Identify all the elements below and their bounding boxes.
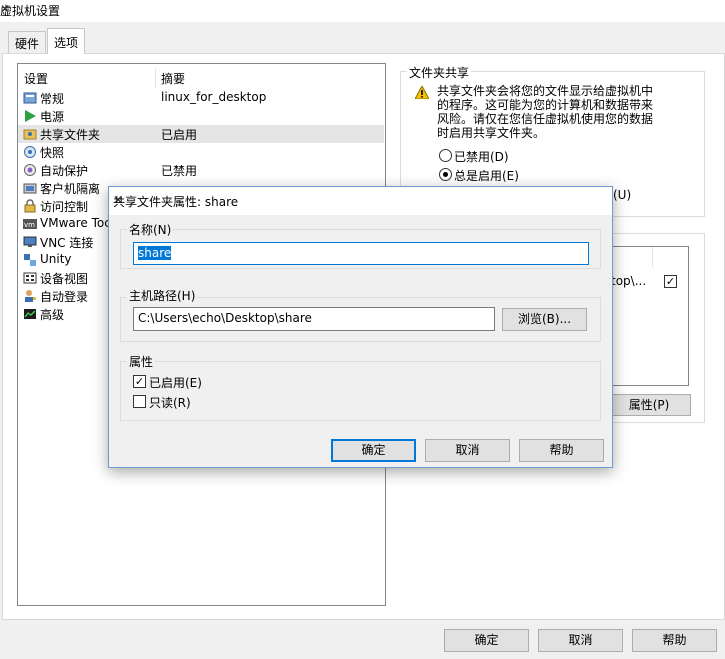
power-play-icon [25, 110, 36, 122]
folder-enabled-checkbox[interactable]: ✓ [664, 275, 677, 288]
enabled-checkbox-label[interactable]: 已启用(E) [149, 374, 202, 391]
list-item-name: 自动保护 [40, 164, 89, 178]
folder-path-cell: top\... [611, 274, 647, 288]
window-titlebar: 虚拟机设置 ✕ [0, 0, 725, 22]
tab-hardware[interactable]: 硬件 [8, 31, 47, 53]
list-item-name: VMware Toc [40, 216, 111, 230]
list-item-summary: 已禁用 [161, 164, 198, 178]
dialog-close-icon[interactable]: ✕ [113, 193, 602, 207]
enabled-checkbox[interactable]: ✓ [133, 375, 146, 388]
list-header: 设置 摘要 [18, 68, 384, 88]
folders-column-divider [652, 247, 653, 267]
host-path-input[interactable]: C:\Users\echo\Desktop\share [133, 307, 495, 331]
dialog-ok-button[interactable]: 确定 [331, 439, 416, 462]
general-icon [23, 92, 37, 104]
autoprotect-icon [24, 164, 36, 176]
warning-line: 的程序。这可能为您的计算机和数据带来 [437, 98, 654, 112]
list-item-power[interactable]: 电源 [18, 107, 384, 125]
dialog-cancel-button[interactable]: 取消 [425, 439, 510, 462]
column-header-setting[interactable]: 设置 [24, 70, 48, 87]
warning-text: 共享文件夹会将您的文件显示给虚拟机中 的程序。这可能为您的计算机和数据带来 风险… [437, 84, 677, 140]
attributes-group-label: 属性 [127, 353, 156, 370]
list-item-name: VNC 连接 [40, 236, 94, 250]
warning-line: 共享文件夹会将您的文件显示给虚拟机中 [437, 84, 654, 98]
device-view-icon [23, 272, 37, 284]
window-close-icon[interactable]: ✕ [0, 2, 717, 16]
tab-options-label: 选项 [54, 36, 79, 50]
list-item-autoprotect[interactable]: 自动保护 已禁用 [18, 161, 384, 179]
list-item-name: 自动登录 [40, 290, 89, 304]
name-group-label: 名称(N) [127, 221, 174, 238]
list-item-name: 客户机隔离 [40, 182, 101, 196]
radio-always-enabled[interactable] [439, 168, 452, 181]
list-item-name: 常规 [40, 92, 65, 106]
tab-options[interactable]: 选项 [47, 28, 86, 54]
ok-button[interactable]: 确定 [444, 629, 529, 652]
list-item-general[interactable]: 常规 linux_for_desktop [18, 89, 384, 107]
list-item-name: 高级 [40, 308, 65, 322]
list-item-summary: 已启用 [161, 128, 198, 142]
shared-folder-icon [23, 129, 37, 140]
host-path-group-label: 主机路径(H) [127, 287, 198, 304]
access-control-icon [24, 199, 36, 213]
warning-icon [415, 86, 429, 99]
list-item-name: Unity [40, 252, 72, 266]
vnc-monitor-icon [23, 236, 37, 247]
warning-line: 风险。请仅在您信任虚拟机使用您的数据 [437, 112, 654, 126]
browse-button[interactable]: 浏览(B)... [502, 308, 587, 331]
list-item-name: 设备视图 [40, 272, 89, 286]
guest-isolation-icon [23, 183, 37, 194]
properties-button[interactable]: 属性(P) [607, 394, 691, 416]
hidden-option-tail[interactable]: (U) [613, 188, 631, 202]
shared-folder-properties-dialog: 共享文件夹属性: share ✕ 名称(N) share 主机路径(H) C:\… [108, 186, 613, 468]
readonly-checkbox[interactable] [133, 395, 146, 408]
list-item-name: 快照 [40, 146, 65, 160]
warning-line: 时启用共享文件夹。 [437, 126, 546, 140]
radio-disabled-label[interactable]: 已禁用(D) [454, 148, 509, 165]
readonly-checkbox-label[interactable]: 只读(R) [149, 394, 191, 411]
list-item-name: 访问控制 [40, 200, 89, 214]
list-item-shared-folders[interactable]: 共享文件夹 已启用 [18, 125, 384, 143]
user-key-icon [25, 290, 36, 302]
radio-disabled[interactable] [439, 149, 452, 162]
dialog-help-button[interactable]: 帮助 [519, 439, 604, 462]
name-input-value: share [138, 246, 172, 260]
list-item-name: 共享文件夹 [40, 128, 101, 142]
name-input[interactable]: share [133, 242, 589, 265]
snapshot-icon [24, 146, 36, 158]
radio-always-enabled-label[interactable]: 总是启用(E) [454, 167, 519, 184]
attributes-group [120, 361, 601, 421]
folder-sharing-group-label: 文件夹共享 [407, 64, 472, 81]
svg-text:vm: vm [24, 221, 35, 229]
dialog-titlebar: 共享文件夹属性: share ✕ [109, 187, 612, 215]
column-header-summary[interactable]: 摘要 [161, 70, 185, 87]
list-item-name: 电源 [40, 110, 65, 124]
advanced-chart-icon [24, 309, 36, 319]
unity-icon [24, 254, 36, 266]
tab-hardware-label: 硬件 [15, 37, 40, 51]
list-item-snapshots[interactable]: 快照 [18, 143, 384, 161]
cancel-button[interactable]: 取消 [538, 629, 623, 652]
vmware-tools-icon: vm [23, 219, 37, 229]
column-divider[interactable] [155, 68, 156, 88]
list-item-summary: linux_for_desktop [161, 90, 267, 104]
help-button[interactable]: 帮助 [632, 629, 717, 652]
